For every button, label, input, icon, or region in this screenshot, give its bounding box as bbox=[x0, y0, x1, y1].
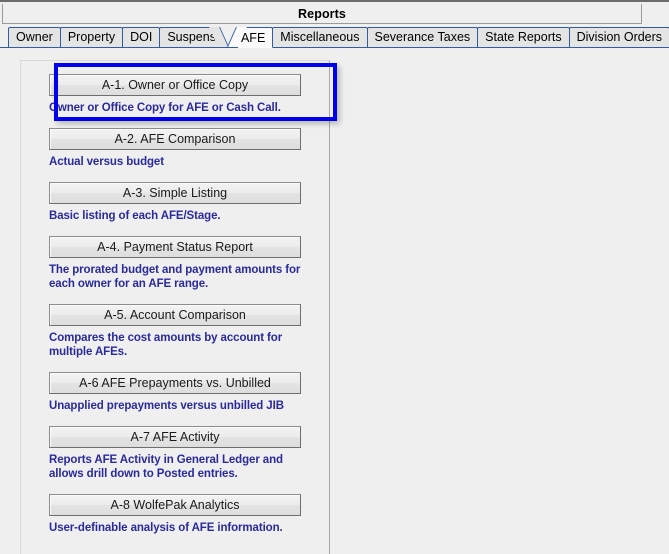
report-button-2[interactable]: A-2. AFE Comparison bbox=[49, 128, 301, 150]
tab-miscellaneous[interactable]: Miscellaneous bbox=[272, 27, 368, 47]
report-item: A-7 AFE Activity Reports AFE Activity in … bbox=[21, 413, 331, 481]
report-button-5[interactable]: A-5. Account Comparison bbox=[49, 304, 301, 326]
report-description-7: Reports AFE Activity in General Ledger a… bbox=[49, 454, 283, 480]
report-button-7[interactable]: A-7 AFE Activity bbox=[49, 426, 301, 448]
content-area: A-1. Owner or Office Copy Owner or Office… bbox=[0, 48, 669, 554]
report-item: A-5. Account Comparison Compares the cost… bbox=[21, 291, 331, 359]
window-title-bar: Reports bbox=[2, 4, 642, 24]
tab-owner[interactable]: Owner bbox=[8, 27, 61, 47]
report-description-4: The prorated budget and payment amounts … bbox=[49, 264, 301, 290]
report-item: A-2. AFE Comparison Actual versus budget bbox=[21, 115, 331, 169]
report-description-6: Unapplied prepayments versus unbilled JI… bbox=[49, 400, 284, 412]
report-description-1: Owner or Office Copy for AFE or Cash Cal… bbox=[49, 102, 281, 114]
report-item: A-3. Simple Listing Basic listing of each… bbox=[21, 169, 331, 223]
tab-strip: Owner Property DOI Suspens AFE Miscellaneous S… bbox=[0, 26, 669, 48]
report-item: A-8 WolfePak Analytics User-definable ana… bbox=[21, 481, 331, 535]
tab-property[interactable]: Property bbox=[59, 27, 124, 47]
report-description-3: Basic listing of each AFE/Stage. bbox=[49, 210, 221, 222]
report-description-8: User-definable analysis of AFE informati… bbox=[49, 522, 283, 534]
report-description-2: Actual versus budget bbox=[49, 156, 164, 168]
tab-severance-taxes[interactable]: Severance Taxes bbox=[366, 27, 479, 47]
report-button-1[interactable]: A-1. Owner or Office Copy bbox=[49, 74, 301, 96]
reports-window: Reports Owner Property DOI Suspens AFE Miscel… bbox=[0, 0, 669, 554]
report-list: A-1. Owner or Office Copy Owner or Office… bbox=[21, 61, 331, 535]
tab-suspens[interactable]: Suspens bbox=[159, 27, 219, 47]
report-button-8[interactable]: A-8 WolfePak Analytics bbox=[49, 494, 301, 516]
tab-division-orders[interactable]: Division Orders bbox=[568, 27, 669, 47]
report-item: A-6 AFE Prepayments vs. Unbilled Unapplie… bbox=[21, 359, 331, 413]
tab-state-reports[interactable]: State Reports bbox=[477, 27, 570, 47]
page-title: Reports bbox=[298, 6, 346, 21]
report-button-4[interactable]: A-4. Payment Status Report bbox=[49, 236, 301, 258]
report-description-5: Compares the cost amounts by account for… bbox=[49, 332, 283, 358]
report-item: A-4. Payment Status Report The prorated b… bbox=[21, 223, 331, 291]
report-item: A-1. Owner or Office Copy Owner or Office… bbox=[21, 61, 331, 115]
report-button-6[interactable]: A-6 AFE Prepayments vs. Unbilled bbox=[49, 372, 301, 394]
report-button-3[interactable]: A-3. Simple Listing bbox=[49, 182, 301, 204]
tab-afe[interactable]: AFE bbox=[237, 27, 274, 48]
afe-report-panel: A-1. Owner or Office Copy Owner or Office… bbox=[20, 60, 337, 554]
tab-doi[interactable]: DOI bbox=[122, 27, 161, 47]
